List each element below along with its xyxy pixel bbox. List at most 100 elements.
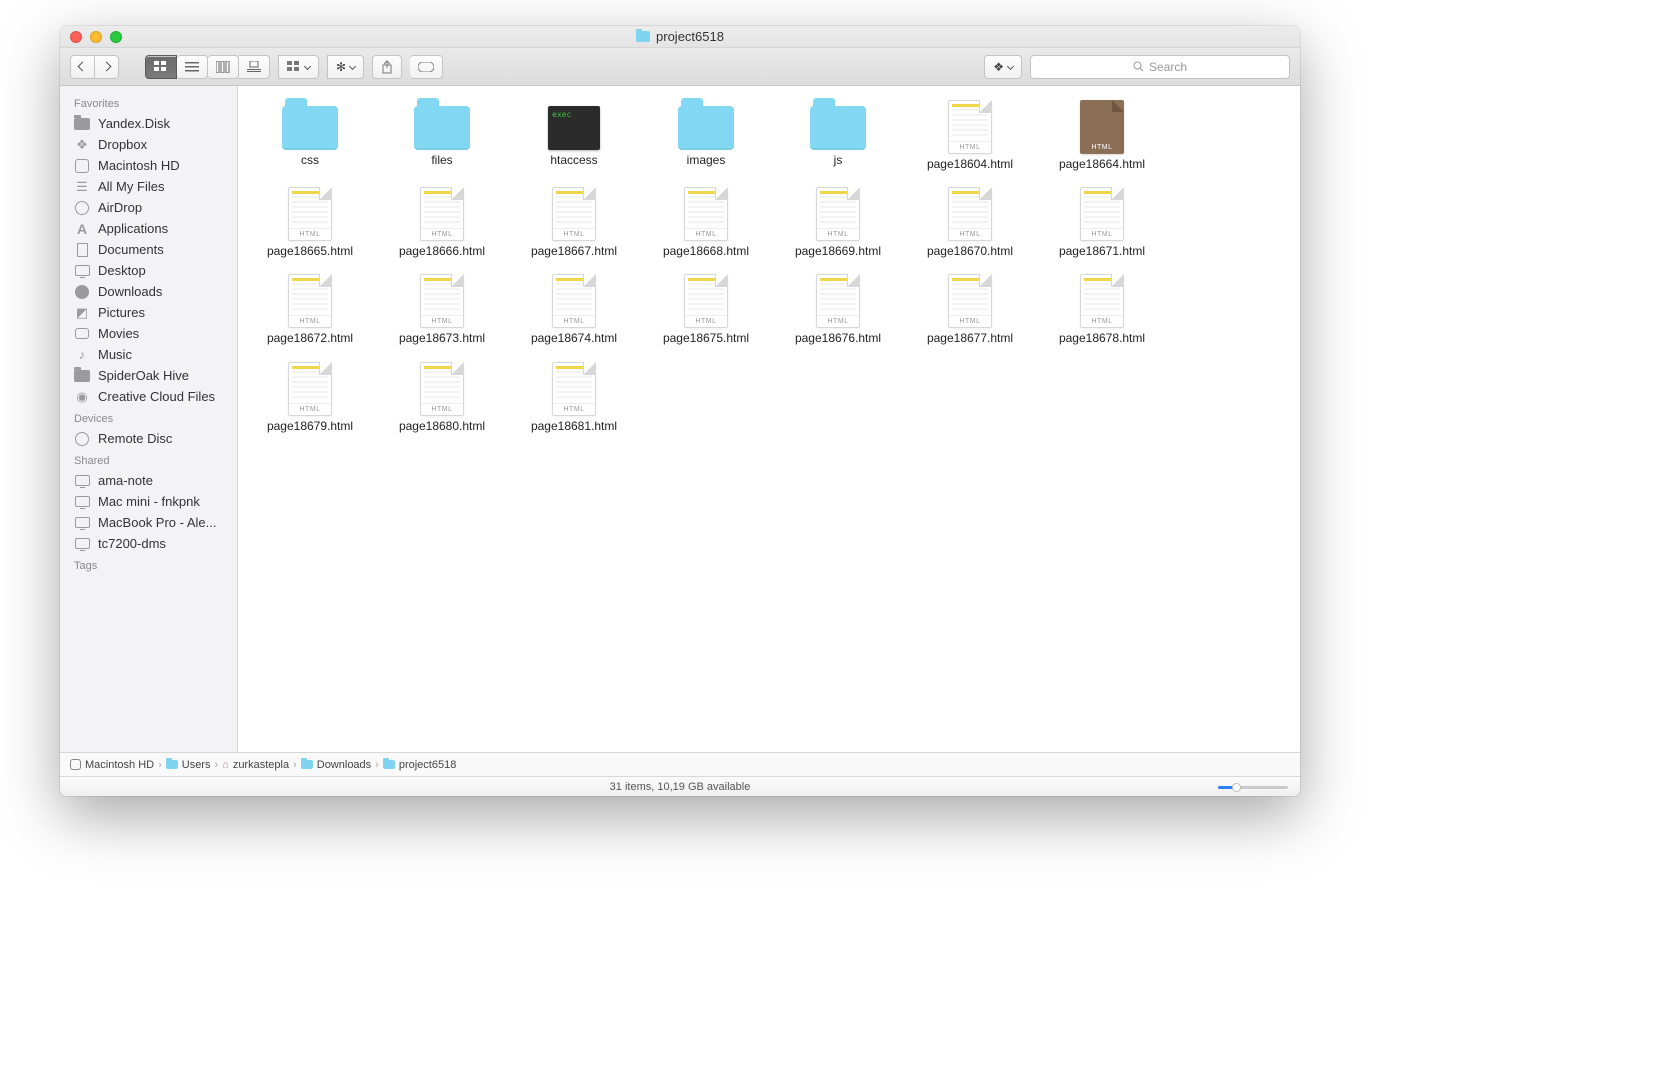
minimize-button[interactable] — [90, 31, 102, 43]
folder-icon — [678, 106, 734, 150]
tags-button[interactable] — [410, 55, 443, 79]
sidebar-item-desktop[interactable]: Desktop — [60, 260, 237, 281]
zoom-button[interactable] — [110, 31, 122, 43]
list-view-button[interactable] — [177, 55, 208, 79]
html-icon: HTML — [420, 274, 464, 328]
column-view-button[interactable] — [208, 55, 239, 79]
file-item[interactable]: HTMLpage18673.html — [380, 274, 504, 345]
file-item[interactable]: images — [644, 100, 768, 171]
file-item[interactable]: HTMLpage18674.html — [512, 274, 636, 345]
window-title-text: project6518 — [656, 29, 724, 44]
dropbox-icon: ❖ — [74, 138, 90, 152]
icon-view-button[interactable] — [145, 55, 177, 79]
file-item[interactable]: HTMLpage18667.html — [512, 187, 636, 258]
path-segment[interactable]: Downloads — [301, 759, 371, 771]
file-item[interactable]: HTML page18670.html — [908, 187, 1032, 258]
path-segment[interactable]: project6518 — [383, 759, 457, 771]
share-button[interactable] — [372, 55, 402, 79]
sidebar-item-tc7200-dms[interactable]: tc7200-dms — [60, 533, 237, 554]
file-item[interactable]: files — [380, 100, 504, 171]
file-item[interactable]: HTMLpage18681.html — [512, 362, 636, 433]
sidebar-item-label: Desktop — [98, 263, 146, 278]
sidebar-item-airdrop[interactable]: AirDrop — [60, 197, 237, 218]
sidebar-item-macintosh-hd[interactable]: Macintosh HD — [60, 155, 237, 176]
arrange-button[interactable] — [278, 55, 319, 79]
chevron-right-icon: › — [375, 759, 379, 771]
file-item[interactable]: HTMLpage18675.html — [644, 274, 768, 345]
file-item[interactable]: HTMLpage18672.html — [248, 274, 372, 345]
file-label: images — [687, 154, 726, 167]
nav-buttons — [70, 55, 119, 79]
sidebar[interactable]: FavoritesYandex.Disk❖DropboxMacintosh HD… — [60, 86, 238, 752]
path-segment[interactable]: Users — [166, 759, 211, 771]
sidebar-item-documents[interactable]: Documents — [60, 239, 237, 260]
file-label: files — [431, 154, 452, 167]
content-area[interactable]: css files exechtaccess images jsHTMLpage1860… — [238, 86, 1300, 752]
file-item[interactable]: HTMLpage18665.html — [248, 187, 372, 258]
file-label: page18677.html — [927, 332, 1013, 345]
sidebar-item-macbook-pro-ale-[interactable]: MacBook Pro - Ale... — [60, 512, 237, 533]
file-label: page18675.html — [663, 332, 749, 345]
sidebar-item-label: Pictures — [98, 305, 145, 320]
file-label: page18670.html — [927, 245, 1013, 258]
desktop-icon — [74, 264, 90, 278]
coverflow-view-button[interactable] — [239, 55, 270, 79]
sidebar-item-pictures[interactable]: ◩Pictures — [60, 302, 237, 323]
file-item[interactable]: HTMLpage18679.html — [248, 362, 372, 433]
html-icon: HTML — [420, 362, 464, 416]
file-label: page18667.html — [531, 245, 617, 258]
sidebar-item-downloads[interactable]: Downloads — [60, 281, 237, 302]
file-item[interactable]: HTML page18668.html — [644, 187, 768, 258]
close-button[interactable] — [70, 31, 82, 43]
sidebar-item-spideroak-hive[interactable]: SpiderOak Hive — [60, 365, 237, 386]
sidebar-item-mac-mini-fnkpnk[interactable]: Mac mini - fnkpnk — [60, 491, 237, 512]
folder-icon — [74, 369, 90, 383]
file-item[interactable]: HTMLpage18678.html — [1040, 274, 1164, 345]
file-label: page18679.html — [267, 420, 353, 433]
html-icon: HTML — [948, 187, 992, 241]
folder-icon — [636, 31, 650, 42]
file-label: page18668.html — [663, 245, 749, 258]
sidebar-item-remote-disc[interactable]: Remote Disc — [60, 428, 237, 449]
airdrop-icon — [74, 201, 90, 215]
sidebar-item-ama-note[interactable]: ama-note — [60, 470, 237, 491]
search-input[interactable]: Search — [1030, 55, 1290, 79]
file-item[interactable]: js — [776, 100, 900, 171]
sidebar-item-creative-cloud-files[interactable]: ◉Creative Cloud Files — [60, 386, 237, 407]
downloads-icon — [74, 285, 90, 299]
file-label: page18674.html — [531, 332, 617, 345]
file-item[interactable]: HTMLpage18677.html — [908, 274, 1032, 345]
sidebar-item-dropbox[interactable]: ❖Dropbox — [60, 134, 237, 155]
file-item[interactable]: exechtaccess — [512, 100, 636, 171]
html-icon: HTML — [948, 100, 992, 154]
action-button[interactable]: ✻ — [327, 55, 364, 79]
sidebar-item-label: MacBook Pro - Ale... — [98, 515, 217, 530]
html-icon: HTML — [420, 187, 464, 241]
sidebar-item-all-my-files[interactable]: ☰All My Files — [60, 176, 237, 197]
sidebar-item-yandex-disk[interactable]: Yandex.Disk — [60, 113, 237, 134]
path-segment[interactable]: Macintosh HD — [70, 759, 154, 771]
file-item[interactable]: HTMLpage18680.html — [380, 362, 504, 433]
file-item[interactable]: HTMLpage18666.html — [380, 187, 504, 258]
zoom-slider[interactable] — [1218, 782, 1288, 792]
sidebar-item-label: SpiderOak Hive — [98, 368, 189, 383]
file-item[interactable]: HTMLpage18676.html — [776, 274, 900, 345]
file-item[interactable]: HTMLpage18671.html — [1040, 187, 1164, 258]
movies-icon — [74, 327, 90, 341]
path-segment[interactable]: ⌂zurkastepla — [222, 759, 289, 771]
forward-button[interactable] — [95, 55, 119, 79]
html-icon: HTML — [684, 187, 728, 241]
file-item[interactable]: css — [248, 100, 372, 171]
dropbox-button[interactable]: ❖ — [984, 55, 1022, 79]
gear-icon: ✻ — [336, 60, 346, 74]
file-item[interactable]: HTMLpage18604.html — [908, 100, 1032, 171]
sidebar-item-music[interactable]: ♪Music — [60, 344, 237, 365]
path-bar[interactable]: Macintosh HD›Users›⌂zurkastepla›Download… — [60, 752, 1300, 776]
tag-icon — [418, 62, 434, 72]
sidebar-item-applications[interactable]: AApplications — [60, 218, 237, 239]
sidebar-item-label: Remote Disc — [98, 431, 172, 446]
sidebar-item-movies[interactable]: Movies — [60, 323, 237, 344]
file-item[interactable]: HTMLpage18664.html — [1040, 100, 1164, 171]
back-button[interactable] — [70, 55, 95, 79]
file-item[interactable]: HTMLpage18669.html — [776, 187, 900, 258]
